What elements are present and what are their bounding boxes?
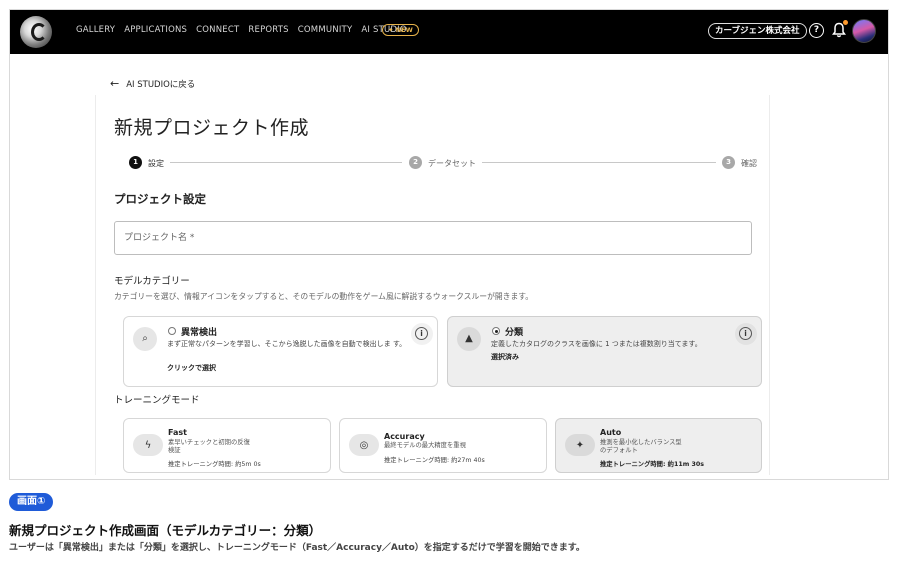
project-settings-title: プロジェクト設定 xyxy=(114,192,206,206)
info-icon[interactable]: i xyxy=(415,327,428,340)
mode-card-fast[interactable]: ϟ Fast 素早いチェックと初期の反復 検証 推定トレーニング時間: 約5m 0… xyxy=(123,418,331,473)
help-icon[interactable]: ? xyxy=(809,23,824,38)
avatar[interactable] xyxy=(852,19,876,43)
mode-desc: 素早いチェックと初期の反復 検証 xyxy=(168,439,250,455)
category-card-anomaly[interactable]: ⌕ 異常検出 まず正常なパターンを学習し、そこから逸脱した画像を自動で検出しま … xyxy=(123,316,438,387)
mode-title: Auto xyxy=(600,428,622,437)
step-connector xyxy=(170,162,402,163)
step-1-dot: 1 xyxy=(129,156,142,169)
step-2-dot: 2 xyxy=(409,156,422,169)
sparkle-icon: ✦ xyxy=(565,434,595,456)
target-icon: ◎ xyxy=(349,434,379,456)
mode-desc-line: のデフォルト xyxy=(600,447,638,454)
step-1-label: 設定 xyxy=(148,159,164,168)
back-link[interactable]: ← AI STUDIOに戻る xyxy=(110,78,195,90)
mode-title: Accuracy xyxy=(384,432,425,441)
main-nav: GALLERY APPLICATIONS CONNECT REPORTS COM… xyxy=(76,25,407,35)
mode-desc-line: 検証 xyxy=(168,447,181,454)
category-desc: まず正常なパターンを学習し、そこから逸脱した画像を自動で検出しま す。 xyxy=(167,340,407,348)
company-switcher[interactable]: カーブジェン株式会社 xyxy=(708,23,807,39)
new-badge: ✦ NEW xyxy=(382,24,419,36)
step-connector xyxy=(482,162,716,163)
category-card-classification[interactable]: ▲ 分類 定義したカタログのクラスを画像に 1 つまたは複数割り当てます。 選択… xyxy=(447,316,762,387)
model-category-label: モデルカテゴリー xyxy=(114,276,190,287)
caption-title: 新規プロジェクト作成画面（モデルカテゴリー：分類） xyxy=(9,523,322,538)
step-2-label: データセット xyxy=(428,159,476,168)
category-note: 選択済み xyxy=(491,353,519,361)
top-navigation-bar: GALLERY APPLICATIONS CONNECT REPORTS COM… xyxy=(10,10,888,54)
sparkle-icon: ✦ xyxy=(388,26,396,34)
category-title: 異常検出 xyxy=(181,328,218,338)
notification-dot xyxy=(843,20,848,25)
mode-time: 推定トレーニング時間: 約27m 40s xyxy=(384,457,485,464)
project-name-input[interactable]: プロジェクト名 * xyxy=(114,221,752,255)
model-category-help: カテゴリーを選び、情報アイコンをタップすると、そのモデルの動作をゲーム風に解説す… xyxy=(114,292,534,301)
mode-desc-line: 推測を最小化したバランス型 xyxy=(600,439,682,446)
info-button-wrap: i xyxy=(735,323,757,345)
category-title: 分類 xyxy=(505,328,524,338)
step-3-dot: 3 xyxy=(722,156,735,169)
radio-anomaly[interactable] xyxy=(168,327,176,335)
category-note: クリックで選択 xyxy=(167,364,216,372)
zoom-search-icon: ⌕ xyxy=(133,327,157,351)
mode-time: 推定トレーニング時間: 約5m 0s xyxy=(168,461,261,468)
mode-card-auto[interactable]: ✦ Auto 推測を最小化したバランス型 のデフォルト 推定トレーニング時間: 約… xyxy=(555,418,762,473)
mode-time: 推定トレーニング時間: 約11m 30s xyxy=(600,461,705,468)
shapes-icon: ▲ xyxy=(457,327,481,351)
caption-desc: ユーザーは「異常検出」または「分類」を選択し、トレーニングモード（Fast／Ac… xyxy=(9,543,585,553)
info-button-wrap: i xyxy=(411,323,433,345)
bolt-icon: ϟ xyxy=(133,434,163,456)
mode-card-accuracy[interactable]: ◎ Accuracy 最終モデルの最大精度を重視 推定トレーニング時間: 約27… xyxy=(339,418,547,473)
nav-gallery[interactable]: GALLERY xyxy=(76,25,115,35)
nav-applications[interactable]: APPLICATIONS xyxy=(124,25,187,35)
nav-connect[interactable]: CONNECT xyxy=(196,25,239,35)
back-link-label: AI STUDIOに戻る xyxy=(126,80,196,90)
nav-community[interactable]: COMMUNITY xyxy=(298,25,353,35)
logo-icon[interactable] xyxy=(20,16,52,48)
mode-title: Fast xyxy=(168,428,187,437)
page-title: 新規プロジェクト作成 xyxy=(114,117,310,139)
screen-badge: 画面① xyxy=(9,493,54,511)
mode-desc-line: 素早いチェックと初期の反復 xyxy=(168,439,250,446)
info-icon[interactable]: i xyxy=(739,327,752,340)
arrow-left-icon: ← xyxy=(110,77,120,90)
training-mode-label: トレーニングモード xyxy=(114,395,200,406)
nav-reports[interactable]: REPORTS xyxy=(248,25,288,35)
mode-desc: 最終モデルの最大精度を重視 xyxy=(384,442,466,449)
radio-classification[interactable] xyxy=(492,327,500,335)
new-badge-label: NEW xyxy=(395,26,413,34)
mode-desc: 推測を最小化したバランス型 のデフォルト xyxy=(600,439,682,455)
category-desc: 定義したカタログのクラスを画像に 1 つまたは複数割り当てます。 xyxy=(491,340,702,348)
step-3-label: 確認 xyxy=(741,159,757,168)
